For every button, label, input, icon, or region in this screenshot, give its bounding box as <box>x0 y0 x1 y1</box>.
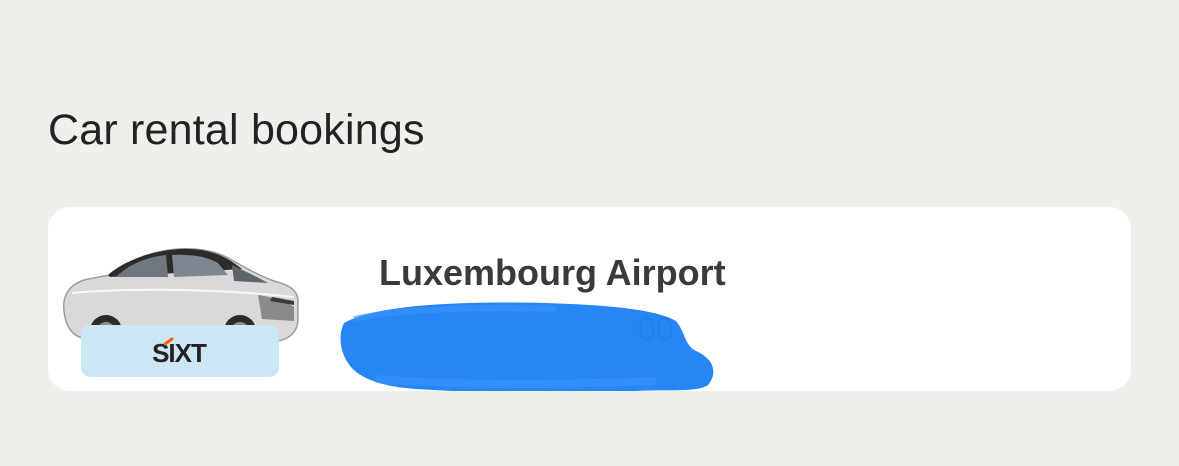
redaction-scribble <box>340 302 714 391</box>
car-rental-booking-card[interactable]: SIXT Luxembourg Airport 00 <box>48 207 1131 391</box>
brand-badge: SIXT <box>81 325 279 377</box>
pickup-location: Luxembourg Airport <box>379 252 726 293</box>
section-title: Car rental bookings <box>48 106 425 154</box>
sixt-logo: SIXT <box>152 337 208 368</box>
svg-text:SIXT: SIXT <box>152 338 207 368</box>
